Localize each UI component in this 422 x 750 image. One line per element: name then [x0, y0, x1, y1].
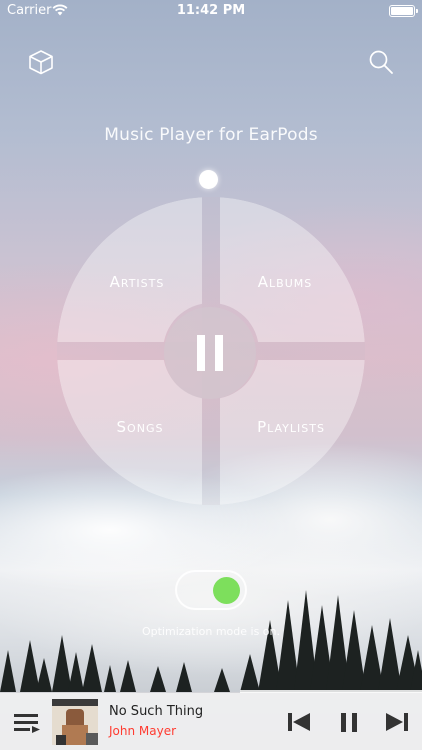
toggle-knob — [213, 577, 240, 604]
queue-icon[interactable] — [14, 712, 40, 734]
album-art[interactable] — [52, 699, 98, 745]
next-icon[interactable] — [384, 711, 410, 733]
previous-icon[interactable] — [286, 711, 312, 733]
track-title: No Such Thing — [109, 704, 204, 719]
battery-icon — [389, 5, 418, 17]
songs-button[interactable]: Songs — [80, 418, 200, 436]
playback-progress — [240, 690, 422, 693]
artists-button[interactable]: Artists — [77, 273, 197, 291]
album-art-image — [52, 699, 98, 745]
search-icon[interactable] — [367, 48, 395, 76]
status-bar: Carrier 11:42 PM — [0, 0, 422, 22]
pause-icon — [197, 335, 205, 371]
playlists-button[interactable]: Playlists — [231, 418, 351, 436]
optimization-toggle[interactable] — [175, 570, 247, 610]
optimization-status: Optimization mode is on. — [141, 625, 281, 638]
clock: 11:42 PM — [176, 3, 246, 18]
mini-player: No Such Thing John Mayer — [0, 690, 422, 750]
wheel-position-indicator — [199, 170, 218, 189]
app-title: Music Player for EarPods — [104, 125, 318, 145]
albums-button[interactable]: Albums — [225, 273, 345, 291]
track-artist: John Mayer — [109, 724, 177, 738]
play-pause-button[interactable] — [164, 307, 256, 399]
cube-icon[interactable] — [27, 48, 55, 76]
mini-pause-icon[interactable] — [336, 711, 362, 733]
